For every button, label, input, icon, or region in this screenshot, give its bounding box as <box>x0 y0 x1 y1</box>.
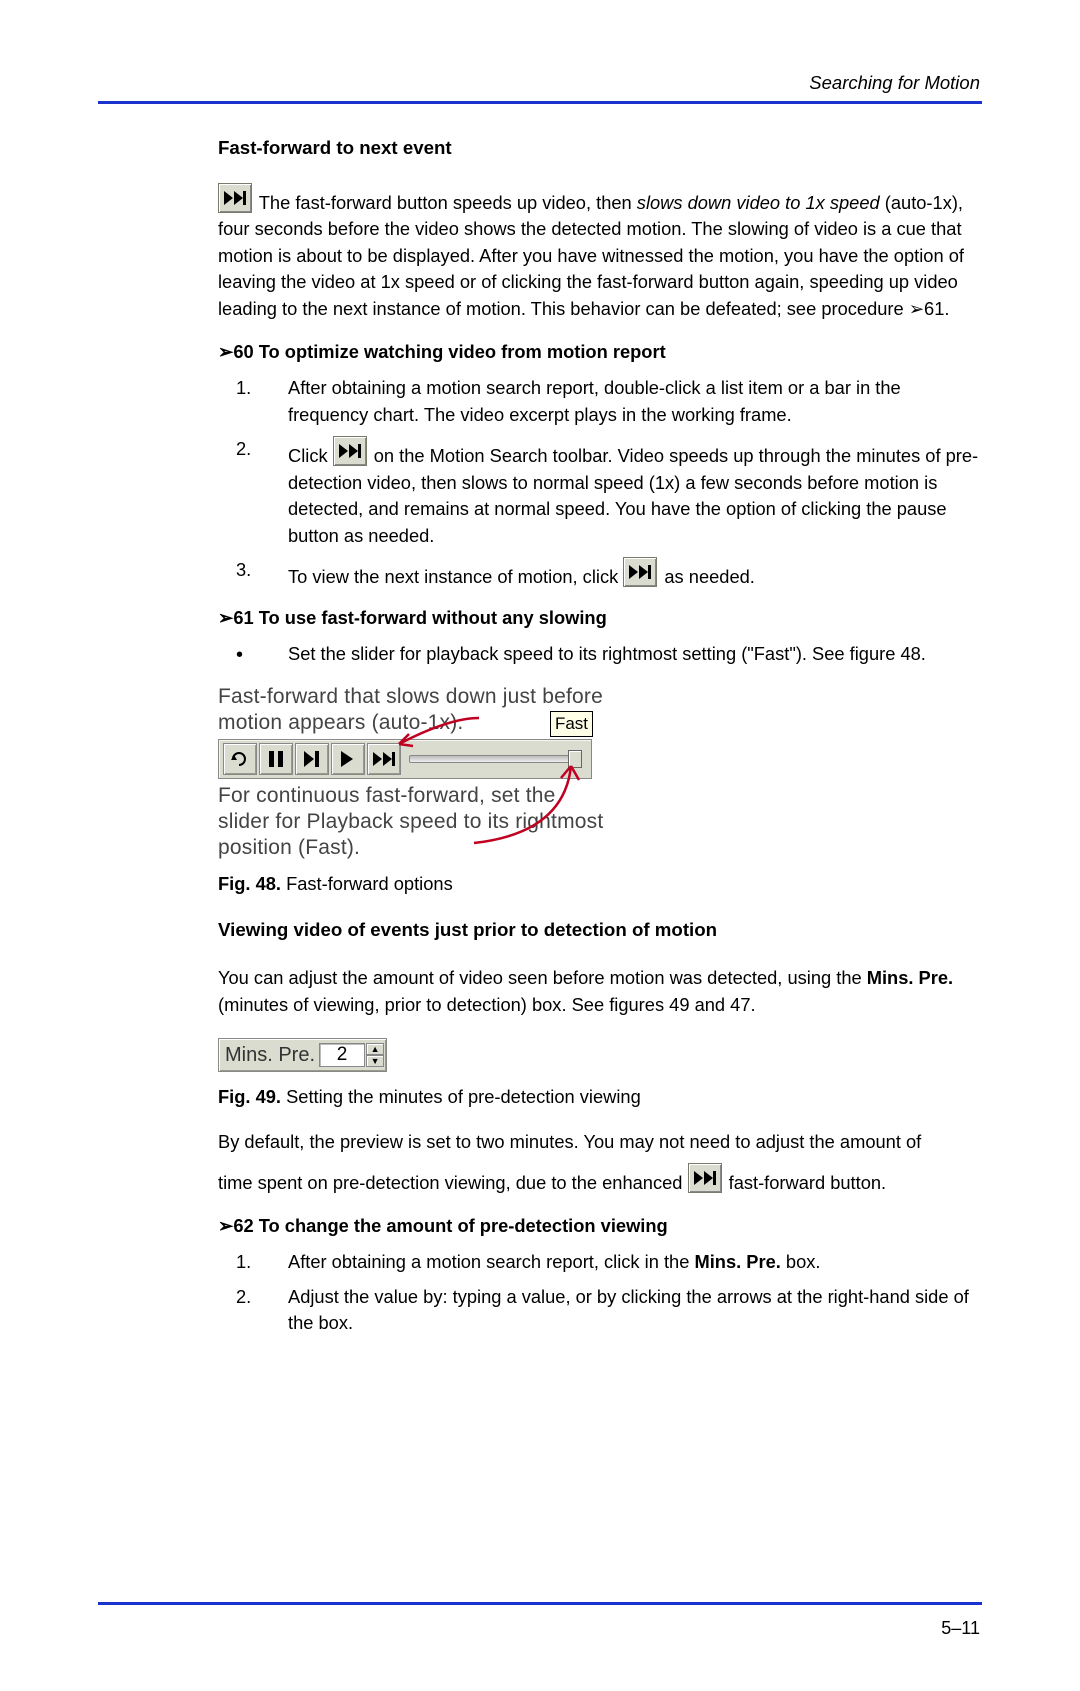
proc60-item3: 3. To view the next instance of motion, … <box>218 557 982 591</box>
intro-text-a: The fast-forward button speeds up video,… <box>259 192 637 213</box>
playback-toolbar: Fast <box>218 739 592 779</box>
play-button[interactable] <box>331 743 365 775</box>
text: To view the next instance of motion, cli… <box>288 557 755 591</box>
proc60-list: 1. After obtaining a motion search report… <box>218 375 982 591</box>
num: 3. <box>236 557 260 584</box>
t: Setting the minutes of pre-detection vie… <box>281 1086 641 1107</box>
t: After obtaining a motion search report, … <box>288 1251 694 1272</box>
intro-para: The fast-forward button speeds up video,… <box>218 183 982 323</box>
num: 1. <box>236 1249 260 1276</box>
b: Fig. 49. <box>218 1086 281 1107</box>
spin-down-icon[interactable]: ▼ <box>366 1055 384 1067</box>
footer: 5–11 <box>98 1602 982 1641</box>
t: To view the next instance of motion, cli… <box>288 566 623 587</box>
mins-pre-label: Mins. Pre. <box>225 1041 315 1070</box>
fast-forward-icon <box>688 1163 722 1193</box>
proc62-item2: 2. Adjust the value by: typing a value, o… <box>218 1284 982 1337</box>
page: Searching for Motion Fast-forward to nex… <box>0 0 1080 1691</box>
heading-fast-forward: Fast-forward to next event <box>218 134 982 161</box>
t: Click <box>288 445 333 466</box>
next-frame-button[interactable] <box>295 743 329 775</box>
t: fast-forward button. <box>724 1172 887 1193</box>
fig48-annot-top: Fast-forward that slows down just before… <box>218 684 604 737</box>
fast-forward-icon <box>623 557 657 587</box>
b: Mins. Pre. <box>694 1251 780 1272</box>
after49-p1: By default, the preview is set to two mi… <box>218 1129 982 1156</box>
after49-p2: time spent on pre-detection viewing, due… <box>218 1163 982 1197</box>
slider-thumb[interactable] <box>568 750 582 768</box>
t: You can adjust the amount of video seen … <box>218 967 867 988</box>
t: on the Motion Search toolbar. Video spee… <box>288 445 978 546</box>
fig49-caption: Fig. 49. Setting the minutes of pre-dete… <box>218 1084 982 1111</box>
proc60-head: ➢60 To optimize watching video from moti… <box>218 339 982 366</box>
proc61-list: • Set the slider for playback speed to it… <box>218 641 982 670</box>
section-header: Searching for Motion <box>98 70 982 97</box>
proc62-list: 1. After obtaining a motion search repor… <box>218 1249 982 1337</box>
mins-pre-spinner[interactable]: ▲ ▼ <box>366 1043 384 1067</box>
proc62-item1: 1. After obtaining a motion search repor… <box>218 1249 982 1276</box>
text: After obtaining a motion search report, … <box>288 375 982 428</box>
fast-forward-icon <box>218 183 252 213</box>
num: 2. <box>236 1284 260 1311</box>
b: Fig. 48. <box>218 873 281 894</box>
tooltip-fast: Fast <box>550 711 593 738</box>
footer-rule <box>98 1602 982 1605</box>
fast-forward-button[interactable] <box>367 743 401 775</box>
text: Click on the Motion Search toolbar. Vide… <box>288 436 982 549</box>
t: time spent on pre-detection viewing, due… <box>218 1172 688 1193</box>
fig48-caption: Fig. 48. Fast-forward options <box>218 871 982 898</box>
mins-pre-value[interactable]: 2 <box>319 1043 365 1067</box>
content: Fast-forward to next event The fast-forw… <box>98 134 982 1337</box>
num: 2. <box>236 436 260 463</box>
rewind-button[interactable] <box>223 743 257 775</box>
t: (minutes of viewing, prior to detection)… <box>218 994 756 1015</box>
b: Mins. Pre. <box>867 967 953 988</box>
spin-up-icon[interactable]: ▲ <box>366 1043 384 1055</box>
t: as needed. <box>659 566 755 587</box>
text: Set the slider for playback speed to its… <box>288 641 926 668</box>
proc60-item2: 2. Click on the Motion Search toolbar. V… <box>218 436 982 549</box>
proc62-head: ➢62 To change the amount of pre-detectio… <box>218 1213 982 1240</box>
fig48: Fast-forward that slows down just before… <box>218 684 982 861</box>
fast-forward-icon <box>333 436 367 466</box>
fig48-annot-bottom: For continuous fast-forward, set the sli… <box>218 783 604 862</box>
t: box. <box>781 1251 821 1272</box>
speed-slider[interactable] <box>409 755 581 763</box>
intro-text-em: slows down video to 1x speed <box>637 192 880 213</box>
pause-button[interactable] <box>259 743 293 775</box>
header-rule <box>98 101 982 104</box>
num: 1. <box>236 375 260 402</box>
mins-pre-widget: Mins. Pre. 2 ▲ ▼ <box>218 1038 387 1072</box>
proc61-head: ➢61 To use fast-forward without any slow… <box>218 605 982 632</box>
t: Fast-forward options <box>281 873 453 894</box>
heading-viewing: Viewing video of events just prior to de… <box>218 916 982 943</box>
proc60-item1: 1. After obtaining a motion search report… <box>218 375 982 428</box>
text: After obtaining a motion search report, … <box>288 1249 820 1276</box>
proc61-item1: • Set the slider for playback speed to it… <box>218 641 982 670</box>
page-number: 5–11 <box>98 1615 982 1641</box>
viewing-para: You can adjust the amount of video seen … <box>218 965 982 1018</box>
text: Adjust the value by: typing a value, or … <box>288 1284 982 1337</box>
bullet-icon: • <box>236 641 260 670</box>
